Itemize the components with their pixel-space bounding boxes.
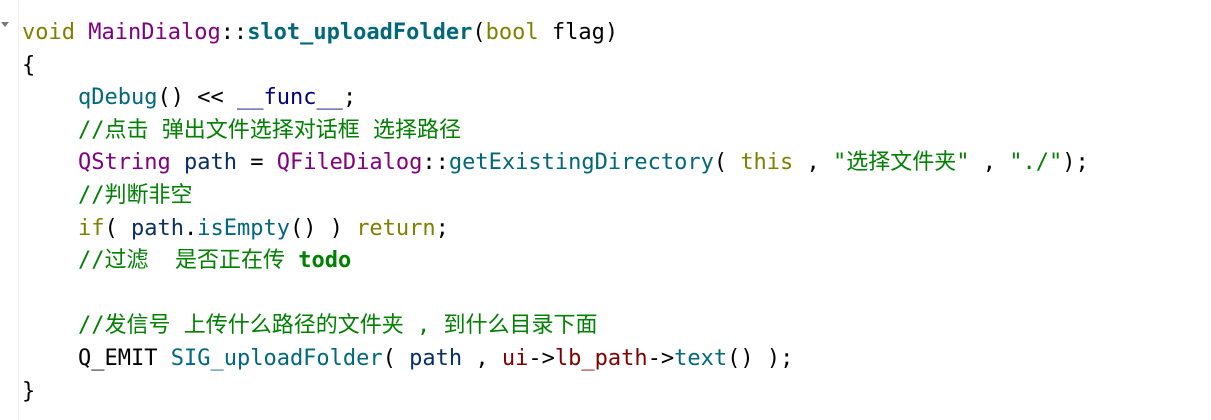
code-line-7: if( path.isEmpty() ) return;	[78, 215, 449, 241]
brace-open: {	[22, 52, 36, 78]
keyword-return: return	[356, 215, 436, 241]
string-literal: "./"	[1009, 150, 1063, 176]
macro-name: Q_EMIT	[78, 345, 158, 371]
variable-name: path	[409, 345, 463, 371]
class-name: QFileDialog	[276, 150, 423, 176]
function-call: SIG_uploadFolder	[170, 345, 383, 371]
function-call: getExistingDirectory	[448, 150, 714, 176]
code-line-3: qDebug() << __func__;	[78, 85, 357, 111]
comment: //点击 弹出文件选择对话框 选择路径	[78, 117, 461, 143]
member-name: ui	[501, 345, 529, 371]
comment: //判断非空	[78, 182, 193, 208]
function-call: isEmpty	[197, 215, 290, 241]
code-editor[interactable]: void MainDialog::slot_uploadFolder(bool …	[0, 0, 1211, 420]
keyword-this: this	[740, 150, 794, 176]
code-line-4: //点击 弹出文件选择对话框 选择路径	[22, 115, 1089, 148]
macro-name: __func__	[236, 85, 343, 111]
code-line-11: Q_EMIT SIG_uploadFolder( path , ui->lb_p…	[78, 345, 794, 371]
code-line-2: {	[22, 50, 1089, 83]
fold-arrow-icon[interactable]	[1, 22, 9, 27]
code-line-8: //过滤 是否正在传 todo	[22, 245, 1089, 278]
member-name: lb_path	[554, 345, 648, 371]
parameter-name: flag	[551, 20, 605, 45]
function-call: qDebug	[78, 85, 158, 111]
code-line-12: }	[22, 376, 1089, 409]
code-area[interactable]: void MainDialog::slot_uploadFolder(bool …	[22, 17, 1089, 408]
variable-name: path	[131, 215, 184, 241]
comment: //过滤 是否正在传	[78, 248, 299, 274]
keyword-bool: bool	[485, 20, 539, 45]
code-line-10: //发信号 上传什么路径的文件夹 , 到什么目录下面	[22, 310, 1089, 343]
type-name: QString	[78, 150, 171, 176]
keyword-if: if	[78, 215, 105, 241]
code-line-1: void MainDialog::slot_uploadFolder(bool …	[22, 20, 619, 45]
function-declaration: slot_uploadFolder	[247, 20, 473, 45]
todo-tag: todo	[298, 248, 352, 274]
variable-name: path	[183, 150, 237, 176]
brace-close: }	[22, 378, 36, 404]
comment: //发信号 上传什么路径的文件夹 , 到什么目录下面	[78, 313, 598, 339]
class-name: MainDialog	[88, 20, 221, 45]
code-line-5: QString path = QFileDialog::getExistingD…	[78, 150, 1089, 176]
code-line-6: //判断非空	[22, 180, 1089, 213]
function-call: text	[674, 345, 728, 371]
keyword-void: void	[22, 20, 75, 45]
editor-gutter	[0, 0, 19, 420]
string-literal: "选择文件夹"	[833, 150, 970, 176]
